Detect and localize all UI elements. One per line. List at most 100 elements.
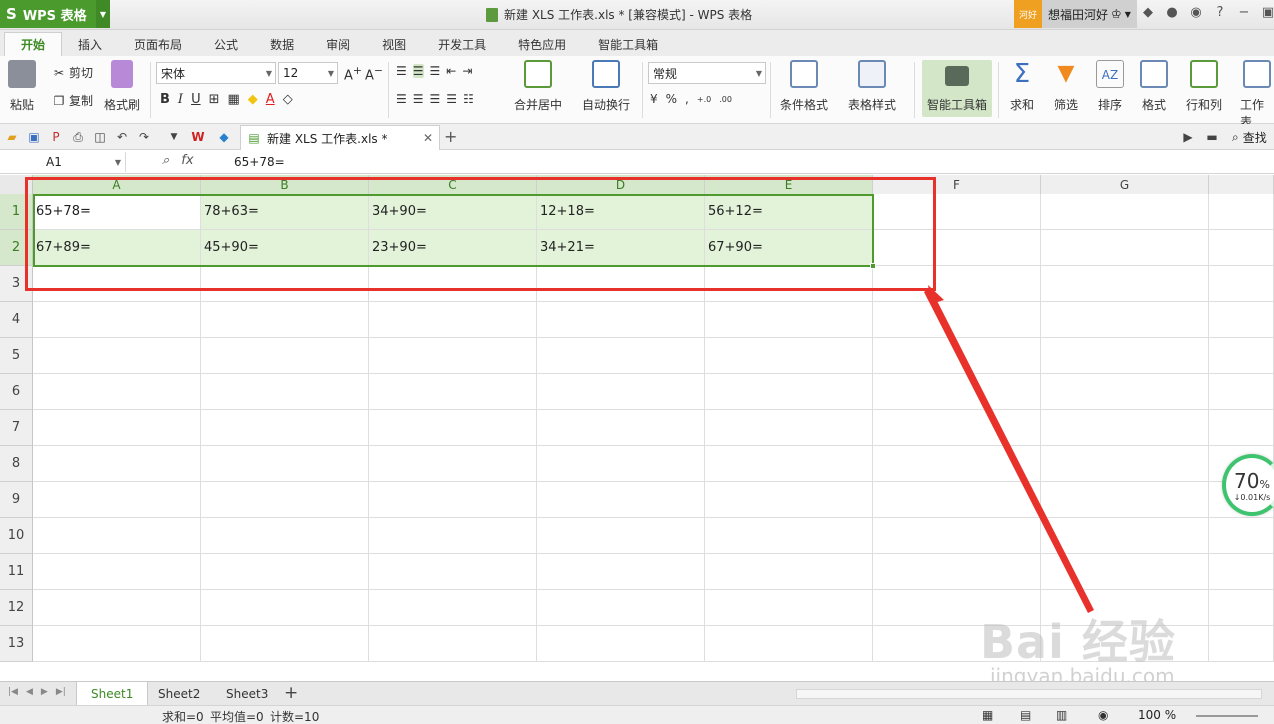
rows-cols-button[interactable]: 行和列 bbox=[1186, 60, 1222, 113]
cell[interactable] bbox=[369, 410, 537, 446]
wps-w-icon[interactable]: W bbox=[190, 129, 206, 145]
cell[interactable] bbox=[33, 302, 201, 338]
cell[interactable] bbox=[873, 446, 1041, 482]
cell[interactable] bbox=[369, 518, 537, 554]
cell[interactable] bbox=[1041, 266, 1209, 302]
cell[interactable] bbox=[33, 482, 201, 518]
tab-page-layout[interactable]: 页面布局 bbox=[118, 32, 198, 56]
align-left-icon[interactable]: ☰ bbox=[396, 92, 407, 106]
cell[interactable] bbox=[1041, 374, 1209, 410]
chevron-down-icon[interactable]: ▼ bbox=[96, 0, 110, 28]
cell[interactable] bbox=[537, 626, 705, 662]
minimize-icon[interactable]: − bbox=[1236, 5, 1252, 20]
row-header-1[interactable]: 1 bbox=[0, 194, 33, 230]
cell[interactable] bbox=[873, 482, 1041, 518]
clear-format-icon[interactable]: ◇ bbox=[283, 92, 293, 107]
cell[interactable] bbox=[33, 266, 201, 302]
new-tab-icon[interactable]: + bbox=[444, 127, 457, 146]
cell[interactable] bbox=[873, 302, 1041, 338]
chevron-down-icon[interactable]: ▼ bbox=[115, 158, 121, 167]
help-icon[interactable]: ? bbox=[1212, 5, 1228, 20]
tab-review[interactable]: 审阅 bbox=[310, 32, 366, 56]
cell[interactable]: 23+90= bbox=[369, 230, 537, 266]
cell[interactable] bbox=[537, 302, 705, 338]
pdf-icon[interactable]: P bbox=[48, 129, 64, 145]
print-preview-icon[interactable]: ◫ bbox=[92, 129, 108, 145]
column-header-g[interactable]: G bbox=[1041, 175, 1209, 195]
row-header-6[interactable]: 6 bbox=[0, 374, 33, 410]
cell[interactable]: 67+90= bbox=[705, 230, 873, 266]
tab-developer[interactable]: 开发工具 bbox=[422, 32, 502, 56]
cell[interactable] bbox=[369, 302, 537, 338]
cell[interactable] bbox=[1041, 554, 1209, 590]
name-box[interactable]: A1 ▼ bbox=[0, 152, 126, 172]
first-sheet-icon[interactable]: |◀ bbox=[8, 687, 18, 697]
cell[interactable]: 34+90= bbox=[369, 194, 537, 230]
row-header-13[interactable]: 13 bbox=[0, 626, 33, 662]
column-header-c[interactable]: C bbox=[369, 175, 537, 195]
cell[interactable] bbox=[201, 626, 369, 662]
cell[interactable] bbox=[201, 554, 369, 590]
cell[interactable] bbox=[873, 194, 1041, 230]
close-icon[interactable]: ✕ bbox=[423, 131, 433, 145]
row-header-10[interactable]: 10 bbox=[0, 518, 33, 554]
cell[interactable] bbox=[1041, 230, 1209, 266]
next-sheet-icon[interactable]: ▶ bbox=[41, 687, 48, 697]
row-header-11[interactable]: 11 bbox=[0, 554, 33, 590]
screen-icon[interactable]: ▶ bbox=[1180, 129, 1196, 145]
table-style-button[interactable]: 表格样式 bbox=[848, 60, 896, 113]
cell[interactable] bbox=[1209, 410, 1274, 446]
tab-special[interactable]: 特色应用 bbox=[502, 32, 582, 56]
distribute-icon[interactable]: ☷ bbox=[463, 92, 474, 106]
wrap-text-button[interactable]: 自动换行 bbox=[582, 60, 630, 113]
save-icon[interactable]: ▣ bbox=[26, 129, 42, 145]
zoom-search-icon[interactable]: ⌕ bbox=[162, 153, 169, 168]
cell[interactable] bbox=[369, 482, 537, 518]
cell[interactable] bbox=[537, 338, 705, 374]
cell[interactable] bbox=[1209, 374, 1274, 410]
cell[interactable] bbox=[1041, 446, 1209, 482]
column-header-a[interactable]: A bbox=[33, 175, 201, 195]
align-right-icon[interactable]: ☰ bbox=[430, 92, 441, 106]
user-account[interactable]: 河好 想福田河好 ♔ ▼ bbox=[1014, 0, 1137, 28]
last-sheet-icon[interactable]: ▶| bbox=[56, 687, 66, 697]
zoom-slider[interactable] bbox=[1196, 715, 1258, 717]
prev-sheet-icon[interactable]: ◀ bbox=[26, 687, 33, 697]
cut-button[interactable]: ✂ 剪切 bbox=[52, 64, 93, 81]
eye-protection-icon[interactable]: ◉ bbox=[1098, 708, 1108, 722]
skin-icon[interactable]: ◆ bbox=[1140, 5, 1156, 20]
cell[interactable]: 56+12= bbox=[705, 194, 873, 230]
user-name[interactable]: 想福田河好 ♔ ▼ bbox=[1042, 0, 1137, 28]
currency-icon[interactable]: ¥ bbox=[650, 92, 658, 106]
decrease-font-icon[interactable]: A− bbox=[365, 64, 383, 83]
cell[interactable] bbox=[873, 230, 1041, 266]
cell[interactable] bbox=[201, 302, 369, 338]
page-layout-view-icon[interactable]: ▥ bbox=[1056, 708, 1067, 722]
cell[interactable] bbox=[1209, 518, 1274, 554]
cell[interactable] bbox=[1041, 482, 1209, 518]
cell[interactable] bbox=[201, 590, 369, 626]
cell[interactable]: 65+78= bbox=[33, 194, 201, 230]
align-center-icon[interactable]: ☰ bbox=[413, 92, 424, 106]
font-color-icon[interactable]: A bbox=[266, 92, 275, 107]
cell[interactable] bbox=[873, 554, 1041, 590]
number-format-select[interactable]: 常规 ▼ bbox=[648, 62, 766, 84]
cell[interactable] bbox=[537, 410, 705, 446]
merge-center-button[interactable]: 合并居中 bbox=[514, 60, 562, 113]
cell[interactable] bbox=[873, 374, 1041, 410]
border-icon[interactable]: ⊞ bbox=[209, 92, 220, 107]
cell[interactable] bbox=[537, 590, 705, 626]
italic-icon[interactable]: I bbox=[178, 92, 183, 107]
column-header-f[interactable]: F bbox=[873, 175, 1041, 195]
cell[interactable] bbox=[873, 266, 1041, 302]
maximize-icon[interactable]: ▣ bbox=[1260, 5, 1274, 20]
fill-color-icon[interactable]: ◆ bbox=[248, 92, 258, 107]
cell[interactable] bbox=[705, 338, 873, 374]
thousands-icon[interactable]: , bbox=[685, 92, 689, 106]
settings-icon[interactable]: ◉ bbox=[1188, 5, 1204, 20]
cell[interactable] bbox=[1209, 194, 1274, 230]
align-bottom-icon[interactable]: ☰ bbox=[430, 64, 441, 78]
fx-icon[interactable]: fx bbox=[181, 153, 193, 168]
cell[interactable] bbox=[369, 338, 537, 374]
feedback-icon[interactable]: ● bbox=[1164, 5, 1180, 20]
